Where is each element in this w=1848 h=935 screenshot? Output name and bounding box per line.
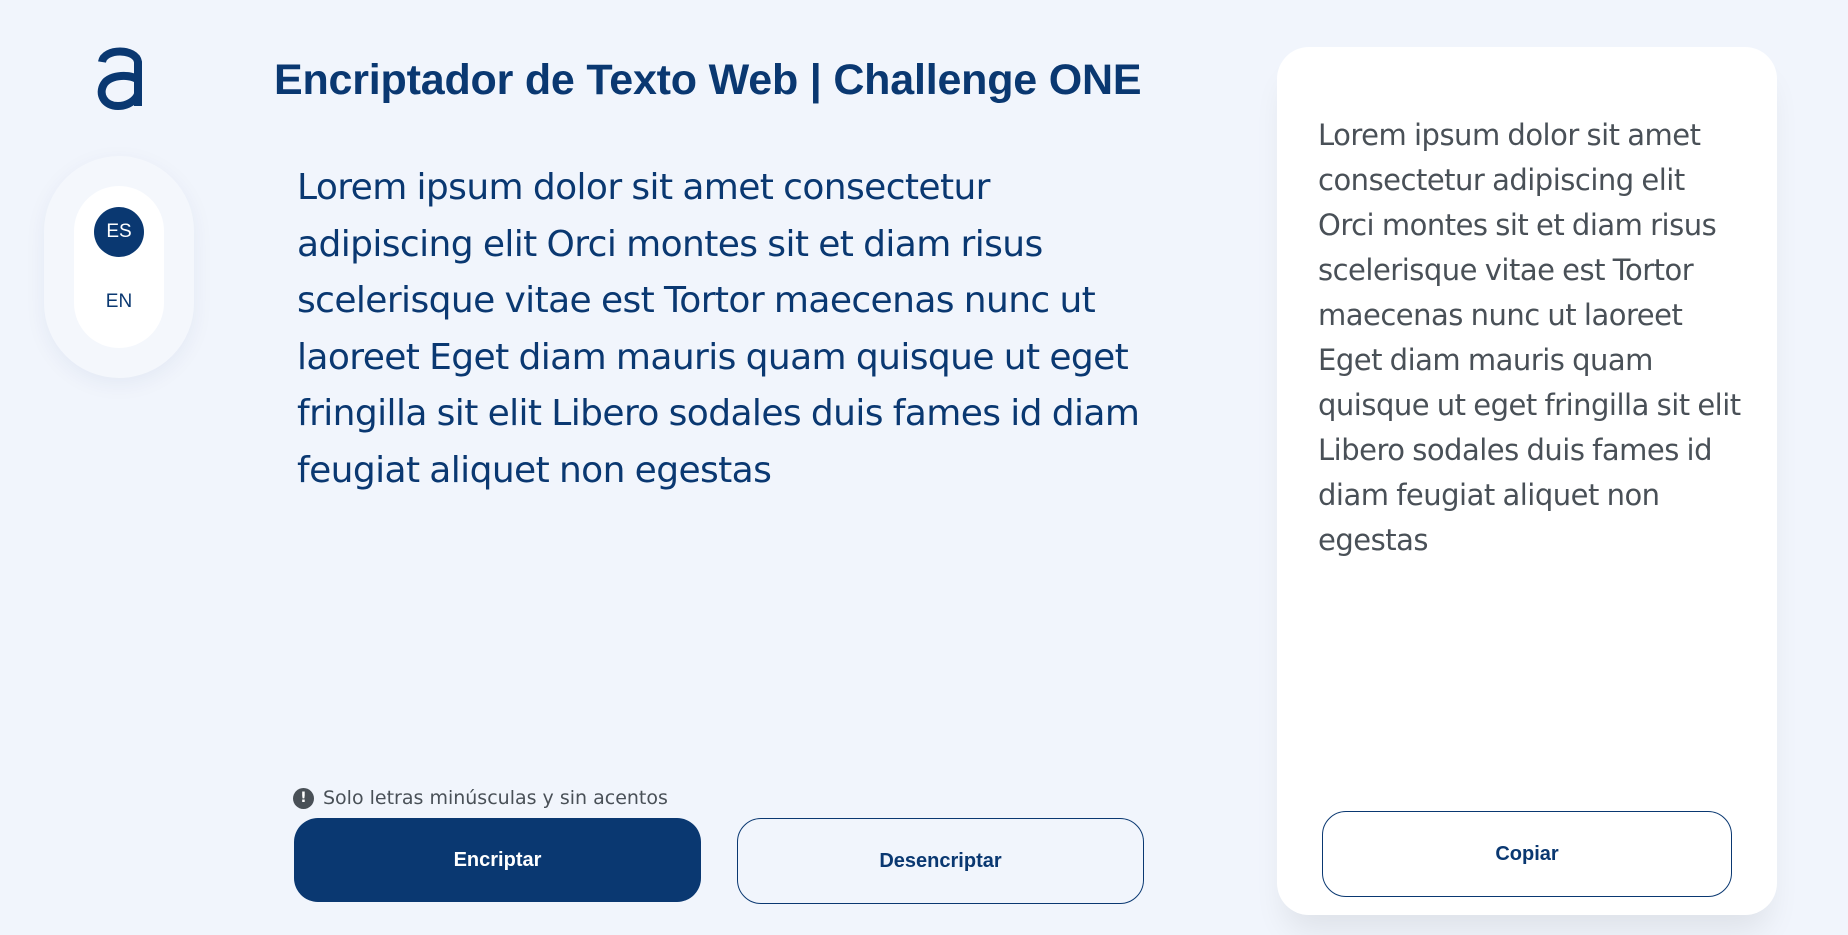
output-text: Lorem ipsum dolor sit amet consectetur a…	[1318, 118, 1741, 557]
language-es-button[interactable]: ES	[94, 207, 144, 257]
input-hint-text: Solo letras minúsculas y sin acentos	[323, 787, 668, 809]
input-hint: ! Solo letras minúsculas y sin acentos	[293, 787, 668, 809]
language-en-button[interactable]: EN	[94, 277, 144, 327]
app-page: ES EN Encriptador de Texto Web | Challen…	[0, 0, 1848, 935]
exclamation-circle-icon: !	[293, 787, 314, 809]
decrypt-button[interactable]: Desencriptar	[737, 818, 1144, 904]
encrypt-button[interactable]: Encriptar	[294, 818, 701, 902]
page-title: Encriptador de Texto Web | Challenge ONE	[274, 56, 1142, 104]
alura-logo-icon	[97, 47, 142, 110]
copy-button[interactable]: Copiar	[1322, 811, 1732, 897]
text-input-area[interactable]: Lorem ipsum dolor sit amet consectetur a…	[297, 160, 1157, 500]
